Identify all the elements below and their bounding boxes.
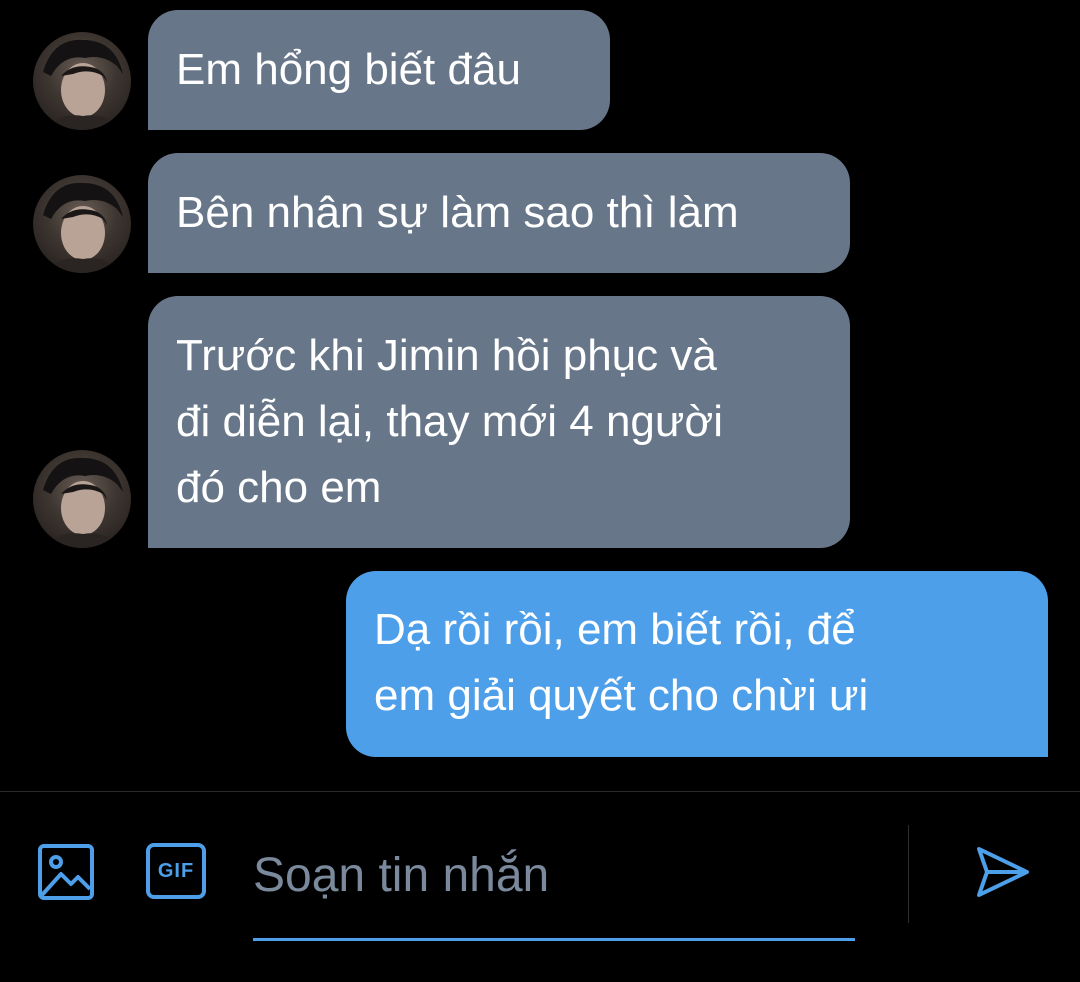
incoming-message-bubble[interactable]: Trước khi Jimin hồi phục và đi diễn lại,…: [148, 296, 850, 548]
outgoing-message-bubble[interactable]: Dạ rồi rồi, em biết rồi, để em giải quyế…: [346, 571, 1048, 757]
message-input[interactable]: [253, 840, 853, 910]
image-icon[interactable]: [36, 842, 96, 902]
avatar[interactable]: [33, 175, 131, 273]
send-icon[interactable]: [972, 842, 1032, 902]
incoming-message-bubble[interactable]: Em hổng biết đâu: [148, 10, 610, 130]
gif-icon[interactable]: GIF: [146, 843, 206, 899]
incoming-message-bubble[interactable]: Bên nhân sự làm sao thì làm: [148, 153, 850, 273]
message-composer: GIF: [0, 791, 1080, 982]
input-underline: [253, 938, 855, 941]
gif-label: GIF: [157, 860, 195, 882]
composer-divider: [908, 825, 909, 923]
avatar[interactable]: [33, 450, 131, 548]
avatar[interactable]: [33, 32, 131, 130]
